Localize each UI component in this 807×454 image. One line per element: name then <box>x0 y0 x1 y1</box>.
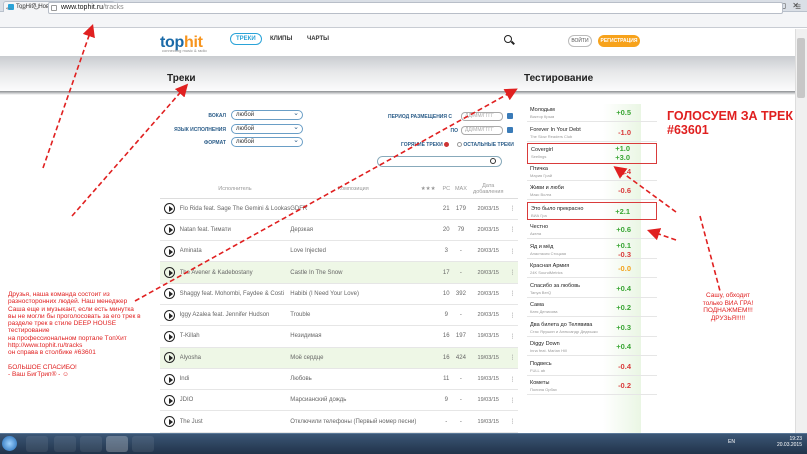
left-note-line: вы не могли бы проголосовать за его трек… <box>8 312 141 320</box>
left-note-line: Саша еще и музыкант, если есть минутка <box>8 305 134 313</box>
vote-title-line1: ГОЛОСУЕМ ЗА ТРЕК <box>667 109 793 123</box>
left-note-line: разделе трек в стиле DEEP HOUSE <box>8 320 117 328</box>
opera-icon[interactable] <box>80 436 102 452</box>
arrow-to-track-63601 <box>613 166 677 213</box>
clock[interactable]: 19:23 20.03.2015 <box>777 436 802 448</box>
arrow-to-via-gra <box>646 228 677 241</box>
app-icon[interactable] <box>132 436 154 452</box>
left-note-line: БОЛЬШОЕ СПАСИБО! <box>8 363 77 371</box>
start-button[interactable] <box>2 436 17 451</box>
sasha-note-line: Сашу, обходит <box>706 292 750 299</box>
left-note-line <box>8 357 168 364</box>
sasha-note-line: ПОДНАЖМЕМ!!! <box>703 307 753 314</box>
explorer-icon[interactable] <box>26 436 48 452</box>
left-note-line: на профессиональном портале TопХит <box>8 334 127 342</box>
vote-title-line2: #63601 <box>667 123 709 137</box>
arrow-to-url <box>42 23 95 169</box>
sasha-note-line: ДРУЗЬЯ!!!!! <box>710 314 746 322</box>
sasha-annotation: Сашу, обходит только ВИА ГРА! ПОДНАЖМЕМ!!!… <box>678 292 778 322</box>
language-indicator[interactable]: EN <box>728 439 735 445</box>
vote-annotation-title: ГОЛОСУЕМ ЗА ТРЕК #63601 <box>667 109 793 137</box>
left-note-line: разносторонних людей. Наш менеджер <box>8 298 128 306</box>
sasha-note-line: только ВИА ГРА! <box>702 299 754 307</box>
annotation-arrows <box>42 23 721 302</box>
left-annotation: Друзья, наша команда состоит из разностор… <box>8 291 168 378</box>
arrow-connector <box>699 215 721 292</box>
left-note-line: он справа в столбике #63601 <box>8 349 96 357</box>
arrow-to-testing <box>134 88 518 302</box>
chrome-icon[interactable] <box>106 436 128 452</box>
arrow-to-tracks <box>71 83 189 217</box>
left-note-line: - Ваш БигТрип® - ☺ <box>8 370 69 378</box>
yandex-icon[interactable] <box>54 436 76 452</box>
clock-date: 20.03.2015 <box>776 442 802 448</box>
left-note-line: тестирование <box>8 327 50 335</box>
